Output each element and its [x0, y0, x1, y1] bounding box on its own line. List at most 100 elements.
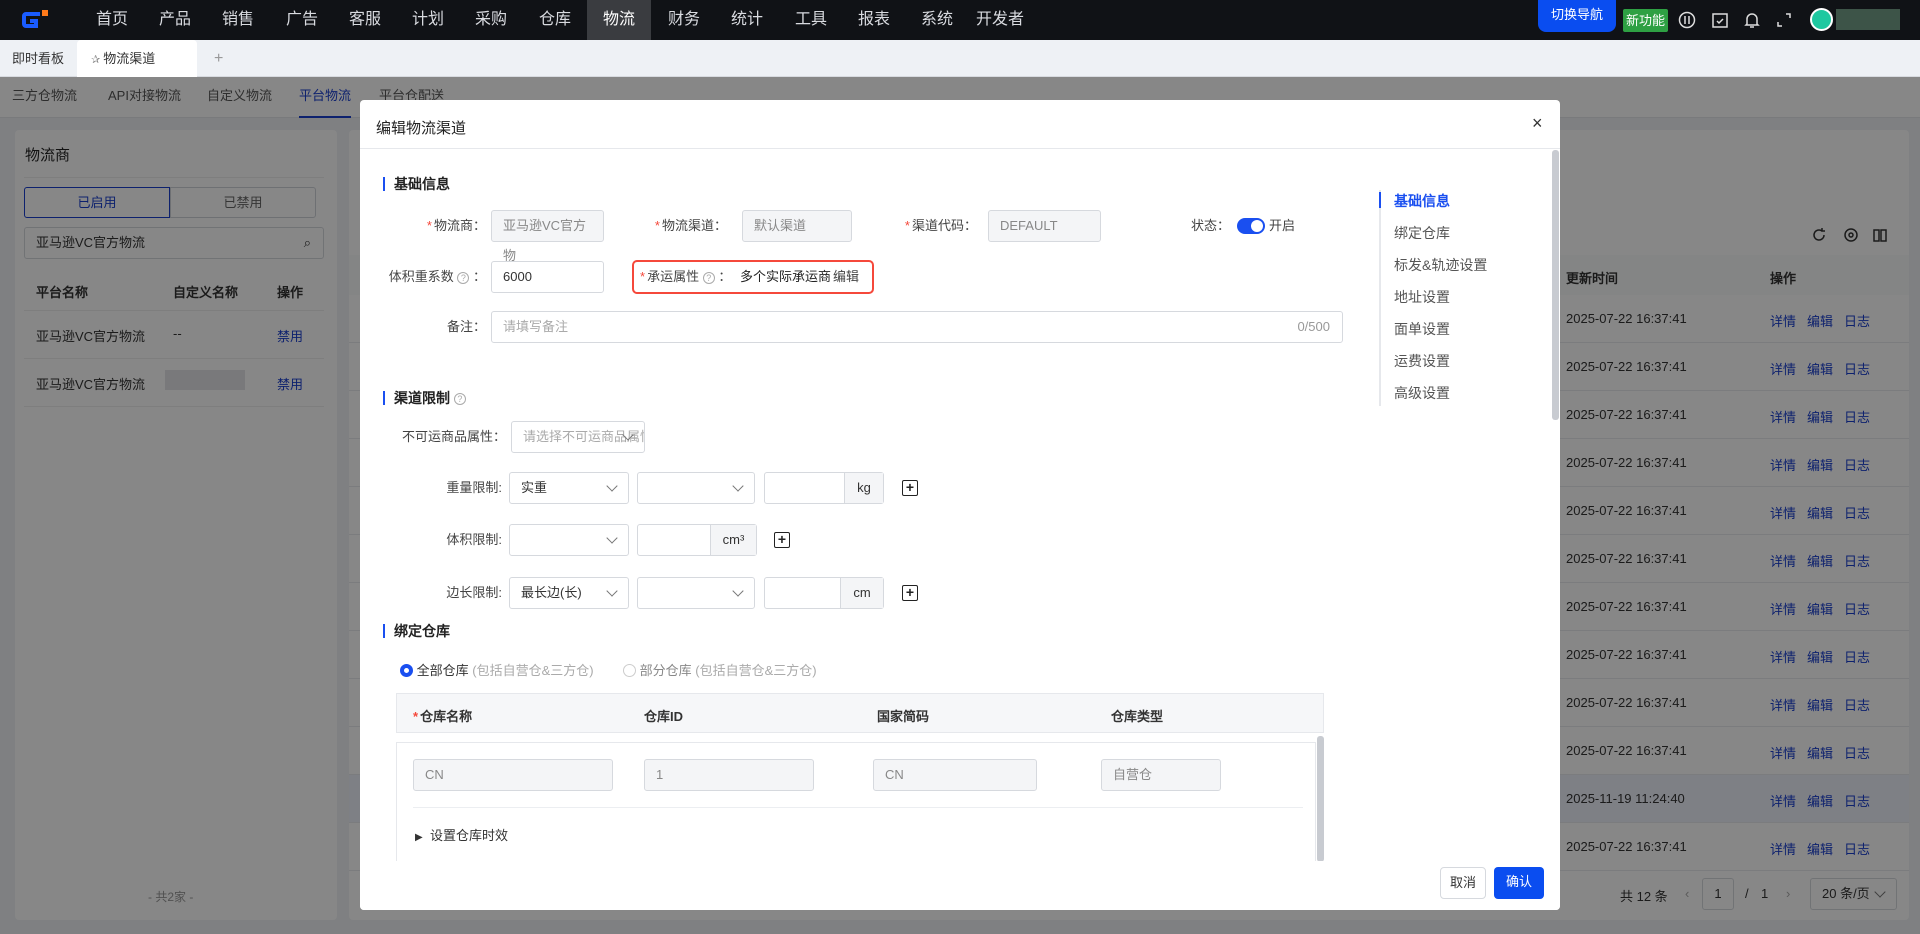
nav-item-13[interactable]: 系统	[905, 0, 969, 40]
add-side-rule-icon[interactable]: +	[902, 585, 918, 601]
nav-item-14[interactable]: 开发者	[962, 0, 1038, 40]
remark-label: 备注：	[446, 319, 486, 334]
chevron-down-icon	[606, 532, 618, 544]
country-code-field[interactable]: CN	[873, 759, 1037, 791]
nav-item-6[interactable]: 采购	[459, 0, 523, 40]
new-feature-badge[interactable]: 新功能	[1623, 9, 1668, 32]
top-nav: 首页 产品 销售 广告 客服 计划 采购 仓库 物流 财务 统计 工具 报表 系统 开发者 切换导航 新功能	[0, 0, 1920, 40]
carrier-field[interactable]: 亚马逊VC官方物	[491, 210, 604, 263]
volume-label: 体积限制:	[446, 532, 502, 547]
goods-select[interactable]: 请选择不可运商品属性	[511, 421, 645, 453]
code-label: * 渠道代码：	[904, 218, 977, 233]
anchor-0[interactable]: 基础信息	[1394, 191, 1450, 211]
anchor-1[interactable]: 绑定仓库	[1394, 223, 1450, 243]
tab-dashboard[interactable]: 即时看板	[12, 40, 64, 77]
username-redacted[interactable]	[1836, 9, 1900, 30]
add-weight-rule-icon[interactable]: +	[902, 480, 918, 496]
nav-item-2[interactable]: 销售	[206, 0, 270, 40]
warehouse-timing-toggle[interactable]: ▶ 设置仓库时效	[415, 825, 508, 844]
section-limits: 渠道限制 ?	[383, 391, 466, 406]
remark-placeholder: 请填写备注	[503, 319, 569, 334]
status-label: 状态：	[1190, 218, 1230, 233]
code-field[interactable]: DEFAULT	[988, 210, 1101, 242]
chevron-down-icon	[606, 585, 618, 597]
help-icon: ?	[702, 271, 715, 284]
status-toggle[interactable]	[1237, 218, 1265, 234]
nav-item-5[interactable]: 计划	[396, 0, 460, 40]
page-tabs: 即时看板 ✰ 物流渠道 +	[0, 40, 1920, 77]
unit-kg: kg	[844, 473, 883, 503]
carrier-attr-edit-link[interactable]: 编辑	[833, 261, 859, 293]
weight-type-select[interactable]: 实重	[509, 472, 629, 504]
warehouse-row: CN 1 CN 自营仓 ▶ 设置仓库时效	[396, 742, 1316, 862]
volume-op-select[interactable]	[509, 524, 629, 556]
radio-all-warehouses[interactable]: 全部仓库 (包括自营仓&三方仓)	[400, 660, 594, 679]
factor-input[interactable]: 6000	[491, 261, 604, 293]
add-volume-rule-icon[interactable]: +	[774, 532, 790, 548]
col-warehouse-name: * 仓库名称	[413, 709, 473, 724]
carrier-attr-label: * 承运属性 ? ：	[640, 269, 732, 284]
side-op-select[interactable]	[637, 577, 755, 609]
anchor-3[interactable]: 地址设置	[1394, 287, 1450, 307]
fullscreen-icon[interactable]	[1775, 11, 1793, 29]
nav-item-0[interactable]: 首页	[80, 0, 144, 40]
modal-title: 编辑物流渠道	[376, 120, 467, 137]
radio-partial-warehouses[interactable]: 部分仓库 (包括自营仓&三方仓)	[623, 660, 817, 679]
tab-logistics-channel[interactable]: ✰ 物流渠道	[77, 40, 197, 77]
warehouse-type-field[interactable]: 自营仓	[1101, 759, 1221, 791]
nav-item-7[interactable]: 仓库	[523, 0, 587, 40]
nav-item-1[interactable]: 产品	[143, 0, 207, 40]
tab-label: 物流渠道	[103, 51, 156, 66]
carrier-label: * 物流商：	[426, 218, 486, 233]
chevron-down-icon	[732, 585, 744, 597]
unit-cm: cm	[840, 578, 883, 608]
weight-label: 重量限制:	[446, 480, 502, 495]
nav-item-10[interactable]: 统计	[715, 0, 779, 40]
warehouse-table-header: * 仓库名称 仓库ID 国家简码 仓库类型	[396, 693, 1324, 733]
col-warehouse-id: 仓库ID	[644, 709, 684, 724]
channel-field[interactable]: 默认渠道	[742, 210, 852, 242]
side-type-select[interactable]: 最长边(长)	[509, 577, 629, 609]
volume-input[interactable]: cm³	[637, 524, 757, 556]
edit-channel-modal: 编辑物流渠道 × 基础信息 * 物流商： 亚马逊VC官方物 * 物流渠道： 默认渠道…	[360, 100, 1560, 910]
logo-icon	[22, 10, 48, 28]
weight-op-select[interactable]	[637, 472, 755, 504]
switch-nav-button[interactable]: 切换导航	[1538, 0, 1616, 32]
warehouse-name-field[interactable]: CN	[413, 759, 613, 791]
calendar-check-icon[interactable]	[1711, 11, 1729, 29]
anchor-4[interactable]: 面单设置	[1394, 319, 1450, 339]
nav-item-8[interactable]: 物流	[587, 0, 651, 40]
col-warehouse-type: 仓库类型	[1111, 709, 1164, 724]
weight-input[interactable]: kg	[764, 472, 884, 504]
anchor-2[interactable]: 标发&轨迹设置	[1394, 255, 1487, 275]
bell-icon[interactable]	[1743, 11, 1761, 29]
chevron-down-icon	[606, 480, 618, 492]
add-tab-button[interactable]: +	[214, 40, 223, 77]
close-icon[interactable]: ×	[1532, 113, 1543, 134]
anchor-5[interactable]: 运费设置	[1394, 351, 1450, 371]
help-icon: ?	[457, 271, 470, 284]
chevron-down-icon	[732, 480, 744, 492]
unit-cm3: cm³	[710, 525, 756, 555]
side-input[interactable]: cm	[764, 577, 884, 609]
carrier-attr-value: 多个实际承运商	[740, 269, 832, 284]
anchor-6[interactable]: 高级设置	[1394, 383, 1450, 403]
nav-item-3[interactable]: 广告	[270, 0, 334, 40]
swap-icon[interactable]	[1678, 11, 1696, 29]
avatar[interactable]	[1810, 8, 1833, 31]
goods-label: 不可运商品属性：	[401, 429, 506, 444]
warehouse-scrollbar[interactable]	[1317, 736, 1324, 862]
caret-right-icon: ▶	[415, 832, 423, 843]
nav-item-9[interactable]: 财务	[652, 0, 716, 40]
nav-item-11[interactable]: 工具	[779, 0, 843, 40]
col-country-code: 国家简码	[877, 709, 930, 724]
pin-icon[interactable]: ✰	[91, 54, 103, 66]
warehouse-id-field[interactable]: 1	[644, 759, 814, 791]
cancel-button[interactable]: 取消	[1440, 867, 1486, 899]
confirm-button[interactable]: 确认	[1494, 867, 1544, 899]
modal-scrollbar[interactable]	[1552, 150, 1559, 420]
remark-input[interactable]: 请填写备注 0/500	[491, 311, 1343, 343]
section-basic: 基础信息	[383, 177, 450, 191]
nav-item-4[interactable]: 客服	[333, 0, 397, 40]
nav-item-12[interactable]: 报表	[842, 0, 906, 40]
